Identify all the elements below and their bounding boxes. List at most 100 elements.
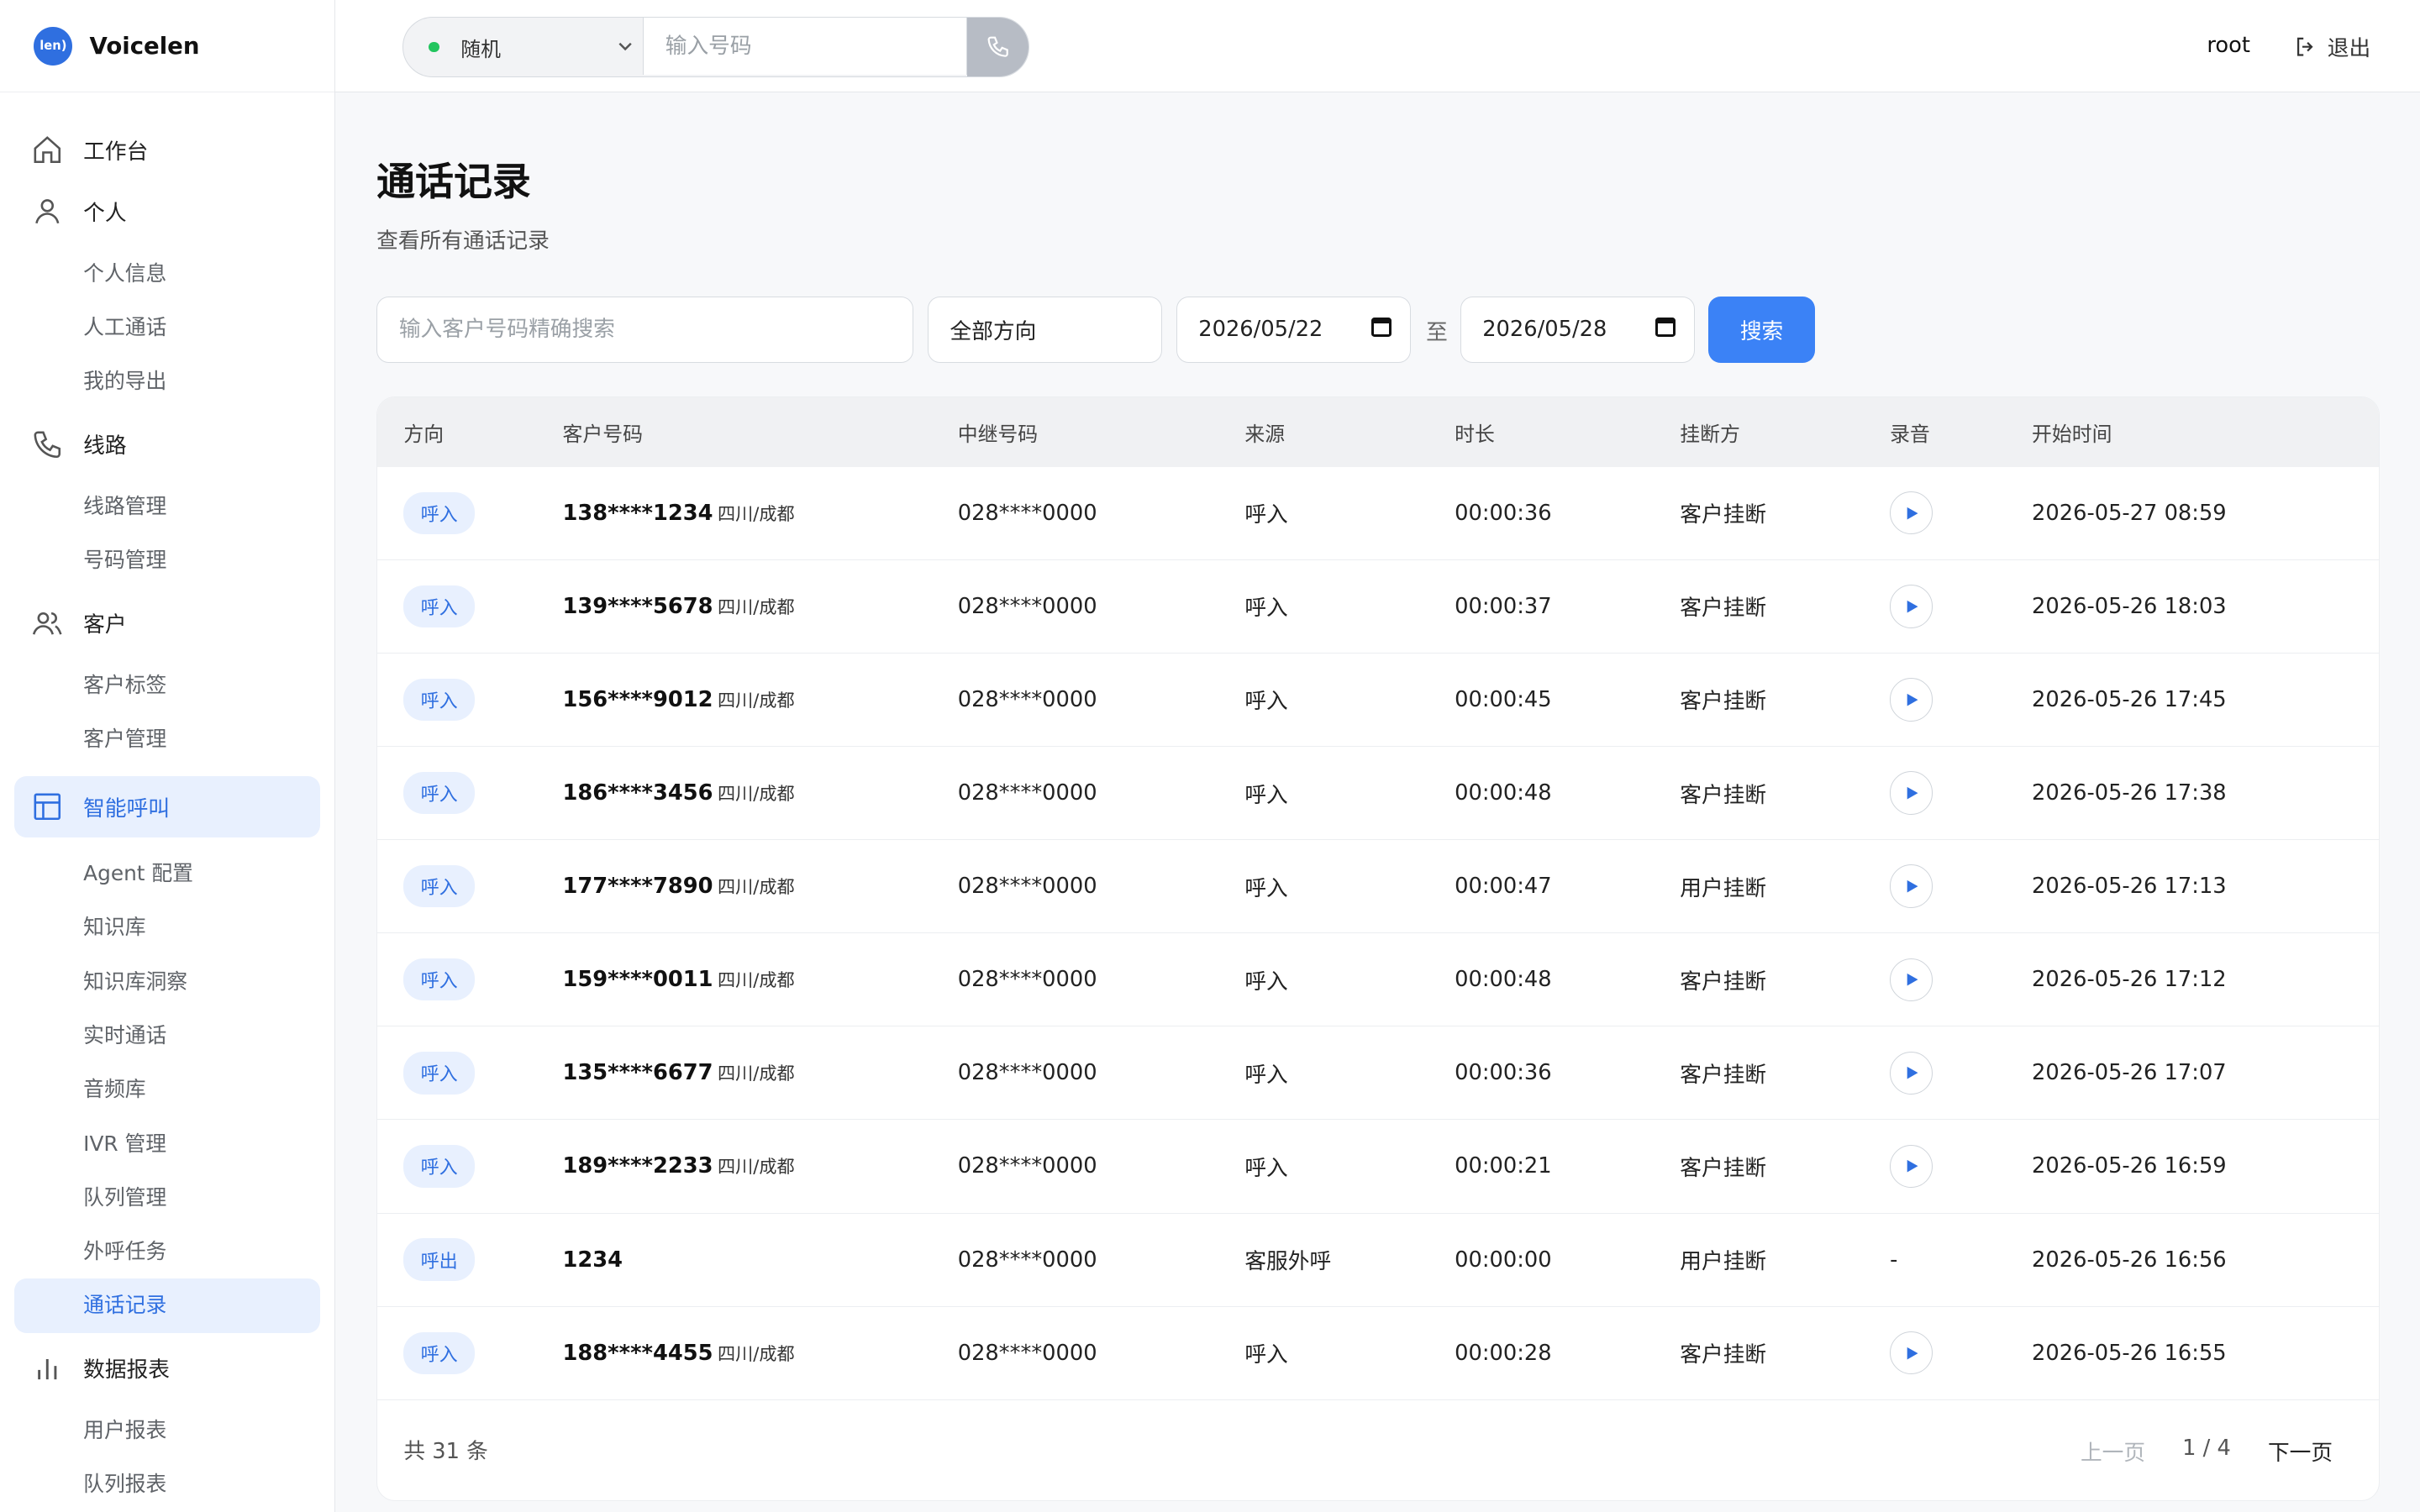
- nav-item-customer-tags[interactable]: 客户标签: [0, 659, 334, 712]
- nav-item-queue-report[interactable]: 队列报表: [0, 1457, 334, 1511]
- play-recording-button[interactable]: [1890, 771, 1933, 815]
- direction-badge: 呼入: [403, 1052, 475, 1095]
- source: 呼入: [1244, 1342, 1288, 1368]
- customer-number-search[interactable]: [376, 296, 914, 363]
- play-icon: [1907, 973, 1918, 986]
- play-recording-button[interactable]: [1890, 585, 1933, 628]
- nav-personal[interactable]: 个人: [0, 185, 320, 237]
- dial-bar: 随机: [402, 17, 1030, 77]
- table-row[interactable]: 呼出 1234 028****0000 客服外呼 00:00:00 用户挂断 - 2026-0…: [377, 1214, 2380, 1307]
- source: 呼入: [1244, 689, 1288, 715]
- nav-customer[interactable]: 客户: [0, 597, 320, 649]
- next-page-button[interactable]: 下一页: [2268, 1436, 2333, 1467]
- page-title: 通话记录: [376, 158, 531, 204]
- col-direction: 方向: [403, 422, 445, 446]
- trunk-number: 028****0000: [957, 1247, 1097, 1273]
- direction-cell: 呼入: [377, 1331, 562, 1374]
- nav-item-queue[interactable]: 队列管理: [0, 1171, 334, 1225]
- recording-cell: [1890, 771, 2032, 815]
- customer-number: 189****2233: [562, 1153, 713, 1179]
- table-row[interactable]: 呼入 177****7890 四川/成都 028****0000 呼入 00:00:47 用…: [377, 840, 2380, 934]
- date-to-field[interactable]: 2026/05/28: [1460, 296, 1695, 363]
- direction-cell: 呼入: [377, 491, 562, 534]
- table-row[interactable]: 呼入 156****9012 四川/成都 028****0000 呼入 00:00:45 客…: [377, 654, 2380, 747]
- nav-item-kb-insights[interactable]: 知识库洞察: [0, 955, 334, 1009]
- play-recording-button[interactable]: [1890, 958, 1933, 1001]
- play-recording-button[interactable]: [1890, 1051, 1933, 1095]
- nav-item-call-records[interactable]: 通话记录: [13, 1278, 321, 1333]
- direction-badge: 呼出: [403, 1238, 475, 1281]
- table-row[interactable]: 呼入 135****6677 四川/成都 028****0000 呼入 00:00:36 客…: [377, 1026, 2380, 1121]
- logout-label: 退出: [2327, 35, 2371, 61]
- play-icon: [1907, 879, 1918, 893]
- customer-number: 159****0011: [562, 967, 713, 993]
- start-time: 2026-05-26 18:03: [2032, 593, 2227, 619]
- date-to-value: 2026/05/28: [1482, 317, 1607, 343]
- nav-item-manual-call[interactable]: 人工通话: [0, 301, 334, 354]
- prev-page-button[interactable]: 上一页: [2081, 1436, 2145, 1467]
- nav-item-knowledge-base[interactable]: 知识库: [0, 900, 334, 954]
- play-recording-button[interactable]: [1890, 491, 1933, 535]
- play-recording-button[interactable]: [1890, 1144, 1933, 1189]
- table-row[interactable]: 呼入 139****5678 四川/成都 028****0000 呼入 00:00:37 客…: [377, 560, 2380, 654]
- duration: 00:00:47: [1455, 874, 1552, 900]
- phone-input[interactable]: [643, 18, 967, 76]
- col-customer-number: 客户号码: [562, 422, 643, 446]
- table-row[interactable]: 呼入 138****1234 四川/成都 028****0000 呼入 00:00:36 客…: [377, 467, 2380, 560]
- nav-label: 智能呼叫: [83, 795, 170, 822]
- customer-number-cell: 1234: [563, 1247, 958, 1273]
- nav-workbench[interactable]: 工作台: [0, 123, 320, 176]
- dial-button[interactable]: [966, 18, 1029, 76]
- source: 呼入: [1244, 502, 1288, 528]
- table-row[interactable]: 呼入 189****2233 四川/成都 028****0000 呼入 00:00:21 客…: [377, 1120, 2380, 1214]
- customer-location: 四川/成都: [718, 783, 795, 805]
- direction-select[interactable]: 全部方向: [927, 296, 1162, 363]
- hangup-party: 客户挂断: [1680, 1062, 1767, 1088]
- nav-item-line-management[interactable]: 线路管理: [0, 480, 334, 533]
- nav-item-ivr[interactable]: IVR 管理: [0, 1117, 334, 1171]
- nav-item-outbound-tasks[interactable]: 外呼任务: [0, 1225, 334, 1278]
- nav-item-user-report[interactable]: 用户报表: [0, 1404, 334, 1457]
- direction-cell: 呼入: [377, 1145, 562, 1188]
- hangup-party: 客户挂断: [1680, 596, 1767, 622]
- nav-item-live-calls[interactable]: 实时通话: [0, 1009, 334, 1063]
- play-recording-button[interactable]: [1890, 864, 1933, 908]
- duration: 00:00:48: [1455, 780, 1552, 806]
- start-time: 2026-05-26 17:45: [2032, 686, 2227, 712]
- nav-smart-call[interactable]: 智能呼叫: [13, 775, 321, 838]
- nav-item-profile[interactable]: 个人信息: [0, 247, 334, 301]
- nav-label: 线路: [83, 433, 127, 459]
- direction-cell: 呼入: [377, 771, 562, 815]
- search-button[interactable]: 搜索: [1708, 296, 1815, 363]
- table-header: 方向 客户号码 中继号码 来源 时长 挂断方 录音 开始时间: [377, 397, 2380, 467]
- users-icon: [32, 612, 62, 635]
- logout-button[interactable]: 退出: [2293, 31, 2370, 62]
- start-time: 2026-05-26 16:59: [2032, 1153, 2227, 1179]
- trunk-number: 028****0000: [957, 593, 1097, 619]
- mode-select[interactable]: 随机: [403, 18, 643, 76]
- customer-number-cell: 177****7890 四川/成都: [563, 874, 958, 899]
- nav-item-number-management[interactable]: 号码管理: [0, 533, 334, 587]
- search-input[interactable]: [398, 317, 913, 343]
- col-duration: 时长: [1455, 422, 1495, 446]
- user-icon: [34, 199, 60, 224]
- table-row[interactable]: 呼入 188****4455 四川/成都 028****0000 呼入 00:00:28 客…: [377, 1307, 2380, 1400]
- customer-number: 135****6677: [562, 1060, 713, 1086]
- recording-cell: [1890, 864, 2032, 908]
- play-recording-button[interactable]: [1890, 1331, 1933, 1375]
- nav-item-audio-library[interactable]: 音频库: [0, 1063, 334, 1116]
- table-row[interactable]: 呼入 159****0011 四川/成都 028****0000 呼入 00:00:48 客…: [377, 933, 2380, 1027]
- calendar-icon[interactable]: [1370, 317, 1392, 338]
- nav-lines[interactable]: 线路: [0, 418, 320, 470]
- start-time: 2026-05-27 08:59: [2032, 500, 2227, 526]
- nav-item-customer-management[interactable]: 客户管理: [0, 712, 334, 766]
- nav-item-agent-config[interactable]: Agent 配置: [0, 847, 334, 900]
- direction-cell: 呼入: [377, 864, 562, 908]
- table-row[interactable]: 呼入 186****3456 四川/成都 028****0000 呼入 00:00:48 客…: [377, 747, 2380, 841]
- calendar-icon[interactable]: [1655, 317, 1676, 338]
- nav-reports[interactable]: 数据报表: [0, 1342, 320, 1394]
- date-from-field[interactable]: 2026/05/22: [1176, 296, 1411, 363]
- customer-location: 四川/成都: [718, 969, 795, 991]
- play-recording-button[interactable]: [1890, 678, 1933, 722]
- nav-item-my-exports[interactable]: 我的导出: [0, 354, 334, 408]
